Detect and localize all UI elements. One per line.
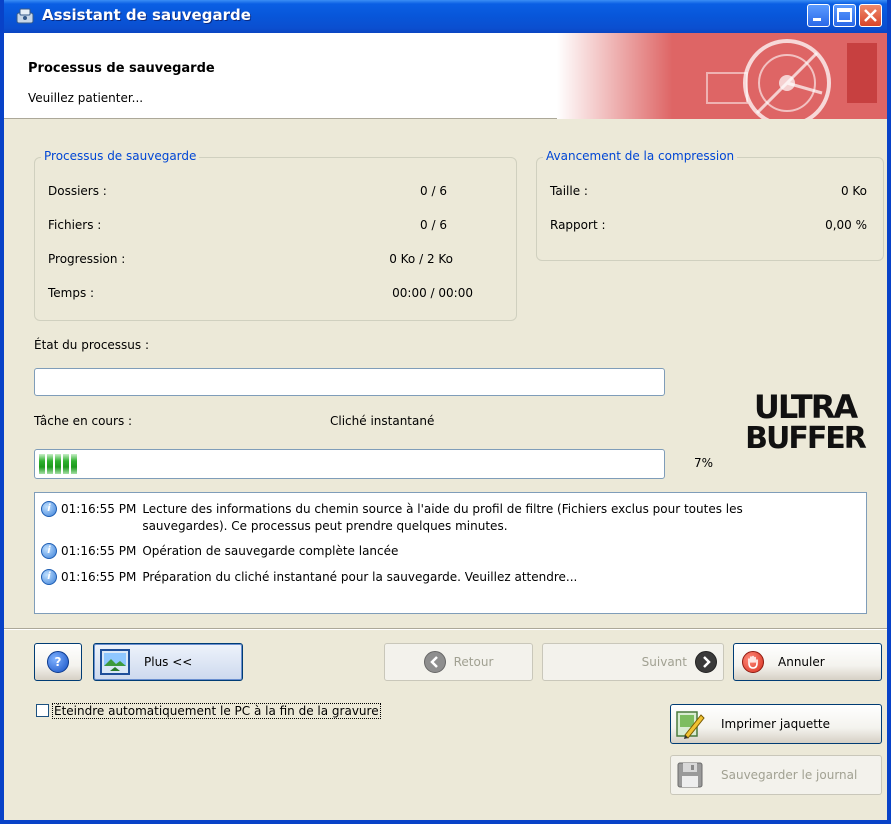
log-message: Lecture des informations du chemin sourc… <box>142 502 743 533</box>
process-state-label: État du processus : <box>34 338 150 352</box>
back-button-label: Retour <box>453 655 494 669</box>
log-item: i 01:16:55 PM Lecture des informations d… <box>41 501 802 535</box>
next-button-label: Suivant <box>641 655 687 669</box>
arrow-right-icon <box>695 651 717 673</box>
folders-label: Dossiers : <box>48 184 107 198</box>
question-icon: ? <box>47 651 69 673</box>
log-item: i 01:16:55 PM Opération de sauvegarde co… <box>41 543 802 560</box>
info-icon: i <box>41 569 57 585</box>
ratio-label: Rapport : <box>550 218 606 232</box>
wizard-header: Processus de sauvegarde Veuillez patient… <box>4 33 887 119</box>
backup-wizard-window: Assistant de sauvegarde Processus de sau… <box>0 0 891 824</box>
progress-bar-fill <box>39 454 77 474</box>
progress-segment <box>63 454 69 474</box>
cancel-button-label: Annuler <box>778 655 825 669</box>
logo-line2: BUFFER <box>745 421 867 452</box>
auto-shutdown-checkbox[interactable] <box>36 704 49 717</box>
header-title: Processus de sauvegarde <box>28 61 215 76</box>
compression-group: Avancement de la compression <box>536 149 884 261</box>
log-item: i 01:16:55 PM Préparation du cliché inst… <box>41 569 802 586</box>
size-value: 0 Ko <box>840 184 867 198</box>
arrow-left-icon <box>423 651 446 673</box>
next-button[interactable]: Suivant <box>542 643 724 681</box>
ultrabuffer-logo: ULTRA BUFFER <box>745 390 869 452</box>
help-button[interactable]: ? <box>34 643 82 681</box>
close-icon <box>864 9 877 22</box>
progress-segment <box>39 454 45 474</box>
progress-segment <box>55 454 61 474</box>
progress-segment <box>47 454 53 474</box>
maximize-icon <box>837 8 852 22</box>
progression-label: Progression : <box>48 252 126 266</box>
minimize-button[interactable] <box>807 4 830 27</box>
log-message: Préparation du cliché instantané pour la… <box>142 570 578 584</box>
ratio-value: 0,00 % <box>825 218 867 232</box>
save-log-label: Sauvegarder le journal <box>721 768 858 782</box>
separator <box>4 628 887 630</box>
print-cover-label: Imprimer jaquette <box>721 717 831 731</box>
files-value: 0 / 6 <box>420 218 447 232</box>
stop-hand-icon <box>742 651 764 673</box>
vault-banner-image <box>557 33 887 119</box>
size-label: Taille : <box>550 184 588 198</box>
more-button-label: Plus << <box>144 655 193 669</box>
print-cover-button[interactable]: Imprimer jaquette <box>670 704 882 744</box>
time-value: 00:00 / 00:00 <box>392 286 473 300</box>
time-label: Temps : <box>48 286 95 300</box>
log-list[interactable]: i 01:16:55 PM Lecture des informations d… <box>34 492 867 614</box>
save-log-button[interactable]: Sauvegarder le journal <box>670 755 882 795</box>
log-time: 01:16:55 PM <box>61 570 137 584</box>
log-time: 01:16:55 PM <box>61 544 137 558</box>
log-time: 01:16:55 PM <box>61 502 137 516</box>
auto-shutdown-label[interactable]: Éteindre automatiquement le PC à la fin … <box>52 703 381 719</box>
window-title: Assistant de sauvegarde <box>42 6 251 24</box>
back-button[interactable]: Retour <box>384 643 533 681</box>
progress-percent: 7% <box>694 456 714 470</box>
compression-group-title: Avancement de la compression <box>543 149 738 163</box>
header-subtitle: Veuillez patienter... <box>28 91 144 105</box>
info-icon: i <box>41 543 57 559</box>
files-label: Fichiers : <box>48 218 102 232</box>
progress-segment <box>71 454 77 474</box>
print-cover-icon <box>676 711 705 739</box>
info-icon: i <box>41 501 57 517</box>
floppy-disk-icon <box>677 762 703 788</box>
folders-value: 0 / 6 <box>420 184 447 198</box>
current-task-label: Tâche en cours : <box>34 414 133 428</box>
progress-bar <box>34 449 665 479</box>
minimize-icon <box>813 18 821 21</box>
screen-image-icon <box>100 649 130 675</box>
more-button[interactable]: Plus << <box>93 643 243 681</box>
progression-value: 0 Ko / 2 Ko <box>389 252 453 266</box>
current-task-value: Cliché instantané <box>330 414 435 428</box>
process-group-title: Processus de sauvegarde <box>41 149 200 163</box>
cancel-button[interactable]: Annuler <box>733 643 882 681</box>
app-icon <box>16 8 34 24</box>
log-message: Opération de sauvegarde complète lancée <box>142 544 399 558</box>
title-bar[interactable]: Assistant de sauvegarde <box>4 0 887 33</box>
maximize-button[interactable] <box>833 4 856 27</box>
process-state-field <box>34 368 665 396</box>
close-button[interactable] <box>859 4 882 27</box>
